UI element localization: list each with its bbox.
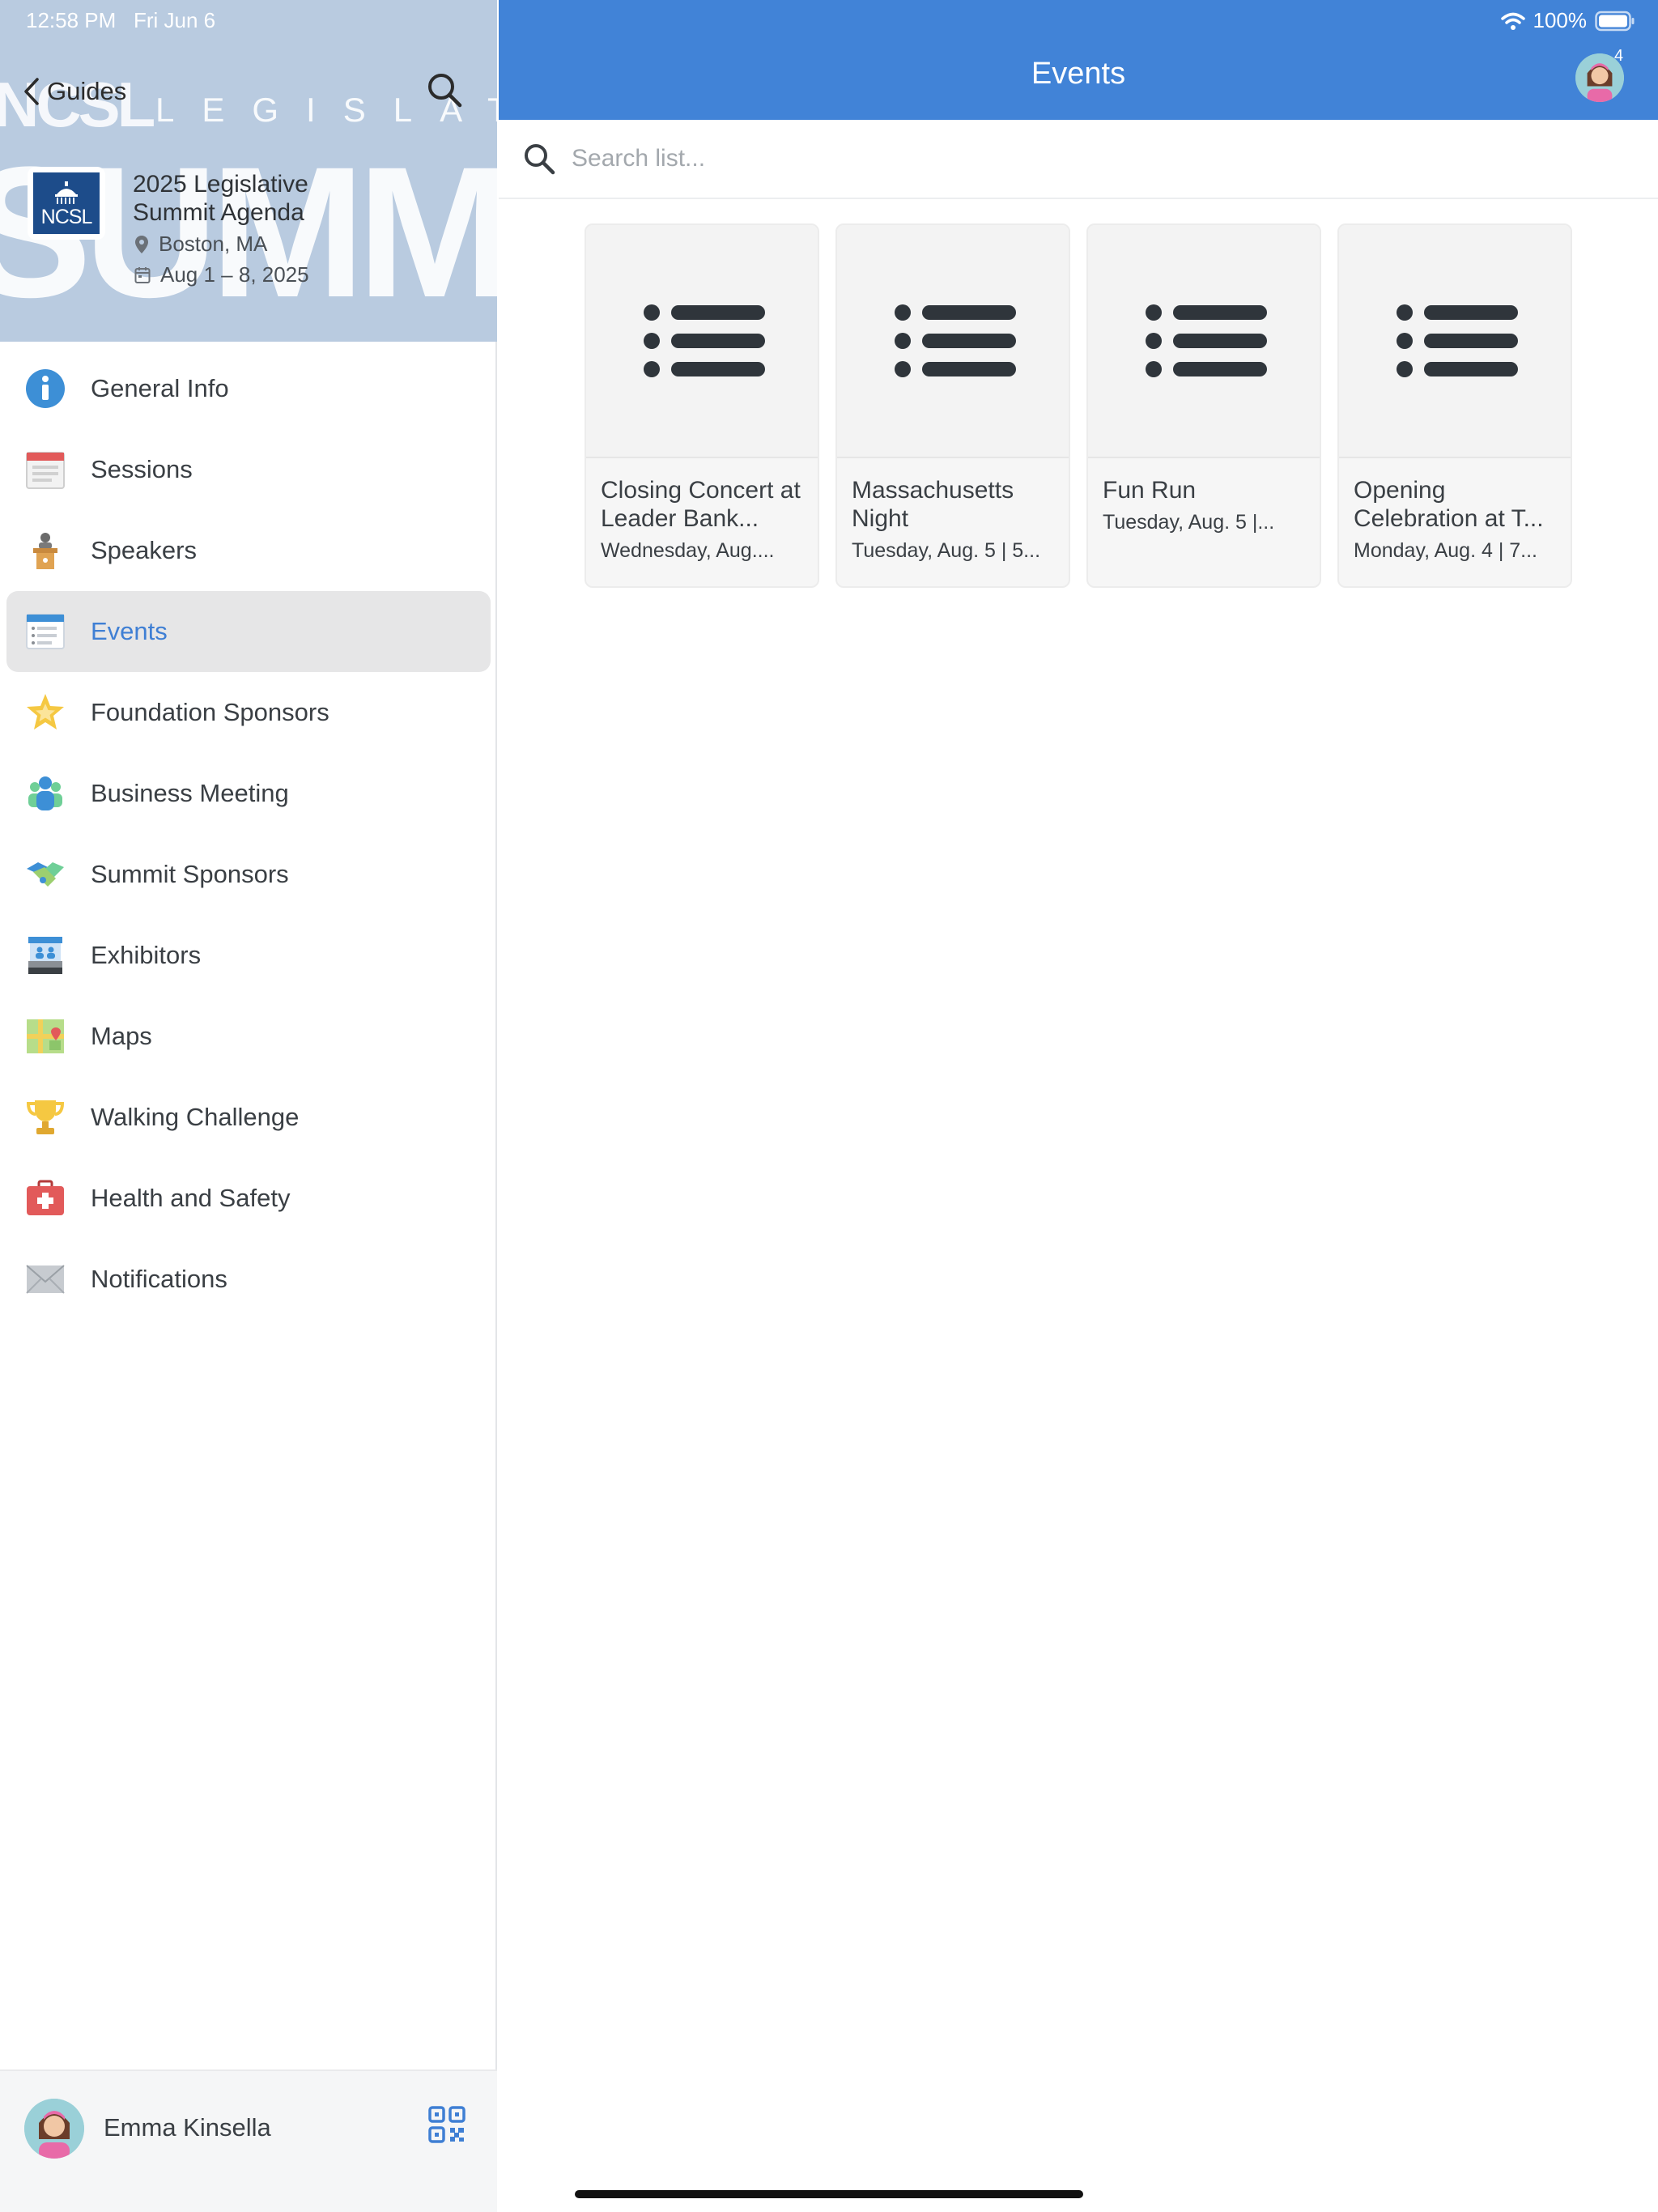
podium-icon	[24, 530, 66, 572]
list-icon	[1397, 304, 1518, 377]
calendar-small-icon	[134, 266, 151, 283]
info-icon	[24, 368, 66, 410]
list-icon	[895, 304, 1016, 377]
search-icon	[525, 144, 555, 175]
status-indicators: 100%	[1500, 8, 1636, 33]
sidebar-item-label: Walking Challenge	[91, 1103, 300, 1131]
events-grid: Closing Concert at Leader Bank... Wednes…	[585, 223, 1572, 588]
guide-dates: Aug 1 – 8, 2025	[134, 262, 309, 287]
user-avatar-icon	[24, 2099, 84, 2159]
trophy-icon	[24, 1096, 66, 1138]
star-icon	[24, 691, 66, 734]
user-footer: Emma Kinsella	[0, 2069, 497, 2212]
event-list-icon	[24, 610, 66, 653]
handshake-icon	[24, 853, 66, 895]
event-card[interactable]: Opening Celebration at T... Monday, Aug.…	[1337, 223, 1572, 588]
status-time: 12:58 PM Fri Jun 6	[26, 8, 215, 33]
top-bar: 100% Events 4	[499, 0, 1658, 120]
sidebar-item-health-and-safety[interactable]: Health and Safety	[0, 1158, 497, 1239]
sidebar-item-notifications[interactable]: Notifications	[0, 1239, 497, 1320]
sidebar-item-label: Maps	[91, 1022, 152, 1050]
map-icon	[24, 1015, 66, 1057]
card-thumbnail	[586, 225, 818, 458]
qr-code-icon[interactable]	[427, 2105, 466, 2144]
sidebar-item-exhibitors[interactable]: Exhibitors	[0, 915, 497, 996]
battery-percent: 100%	[1533, 8, 1588, 32]
sidebar-item-sessions[interactable]: Sessions	[0, 429, 497, 510]
list-icon	[644, 304, 765, 377]
sidebar-item-label: Health and Safety	[91, 1184, 291, 1212]
avatar[interactable]	[24, 2099, 84, 2159]
event-title: Opening Celebration at T...	[1354, 477, 1544, 532]
wifi-icon	[1500, 12, 1525, 30]
sidebar-item-label: Foundation Sponsors	[91, 698, 329, 726]
event-card[interactable]: Fun Run Tuesday, Aug. 5 |...	[1086, 223, 1321, 588]
search-icon[interactable]	[424, 70, 465, 110]
calendar-icon	[24, 449, 66, 491]
event-title: Closing Concert at Leader Bank...	[601, 477, 801, 532]
event-date: Wednesday, Aug....	[601, 539, 775, 562]
event-card[interactable]: Massachusetts Night Tuesday, Aug. 5 | 5.…	[835, 223, 1070, 588]
guide-location: Boston, MA	[134, 232, 267, 257]
main-panel: 100% Events 4 Closing Concert at Leader …	[499, 0, 1658, 2212]
sidebar-item-summit-sponsors[interactable]: Summit Sponsors	[0, 834, 497, 915]
location-pin-icon	[135, 235, 148, 253]
sidebar: NCSL LEGISLATI SUMMIT 12:58 PM Fri Jun 6…	[0, 0, 497, 2212]
search-bar	[499, 120, 1658, 199]
list-icon	[1146, 304, 1267, 377]
sidebar-item-events[interactable]: Events	[6, 591, 491, 672]
card-thumbnail	[1339, 225, 1571, 458]
event-title: Massachusetts Night	[852, 477, 1014, 532]
card-thumbnail	[837, 225, 1069, 458]
sidebar-item-speakers[interactable]: Speakers	[0, 510, 497, 591]
user-name: Emma Kinsella	[104, 2113, 271, 2142]
guide-header: NCSL LEGISLATI SUMMIT 12:58 PM Fri Jun 6…	[0, 0, 497, 342]
group-icon	[24, 772, 66, 815]
event-date: Monday, Aug. 4 | 7...	[1354, 539, 1538, 562]
sidebar-item-label: Speakers	[91, 536, 197, 564]
sidebar-item-label: Notifications	[91, 1265, 227, 1293]
guide-dates-text: Aug 1 – 8, 2025	[160, 262, 309, 287]
sidebar-item-maps[interactable]: Maps	[0, 996, 497, 1077]
sidebar-item-general-info[interactable]: General Info	[0, 348, 497, 429]
notification-badge: 4	[1614, 47, 1624, 65]
home-indicator[interactable]	[575, 2190, 1083, 2198]
page-title: Events	[1031, 57, 1126, 91]
guide-location-text: Boston, MA	[159, 232, 268, 256]
sidebar-item-business-meeting[interactable]: Business Meeting	[0, 753, 497, 834]
sidebar-item-foundation-sponsors[interactable]: Foundation Sponsors	[0, 672, 497, 753]
sidebar-item-walking-challenge[interactable]: Walking Challenge	[0, 1077, 497, 1158]
card-thumbnail	[1088, 225, 1320, 458]
sidebar-item-label: General Info	[91, 374, 229, 402]
envelope-icon	[24, 1258, 66, 1300]
booth-icon	[24, 934, 66, 976]
sidebar-item-label: Events	[91, 617, 168, 645]
guide-title: 2025 Legislative Summit Agenda	[133, 171, 308, 226]
event-card[interactable]: Closing Concert at Leader Bank... Wednes…	[585, 223, 819, 588]
battery-icon	[1595, 11, 1635, 31]
back-guides-button[interactable]: Guides	[21, 73, 126, 110]
sidebar-item-label: Summit Sponsors	[91, 860, 289, 888]
capitol-icon	[55, 181, 78, 204]
status-clock: 12:58 PM	[26, 8, 117, 32]
sidebar-item-label: Sessions	[91, 455, 193, 483]
event-date: Tuesday, Aug. 5 |...	[1103, 511, 1275, 534]
sidebar-item-label: Exhibitors	[91, 941, 202, 969]
first-aid-icon	[24, 1177, 66, 1219]
search-input[interactable]	[570, 138, 1622, 180]
guide-logo-text: NCSL	[40, 206, 93, 228]
sidebar-item-label: Business Meeting	[91, 779, 289, 807]
chevron-left-icon	[24, 78, 39, 105]
guide-logo: NCSL	[28, 167, 105, 240]
sidebar-nav: General Info Sessions Speakers Events Fo…	[0, 348, 497, 1320]
status-date: Fri Jun 6	[133, 8, 216, 32]
back-label: Guides	[47, 77, 127, 105]
event-date: Tuesday, Aug. 5 | 5...	[852, 539, 1041, 562]
